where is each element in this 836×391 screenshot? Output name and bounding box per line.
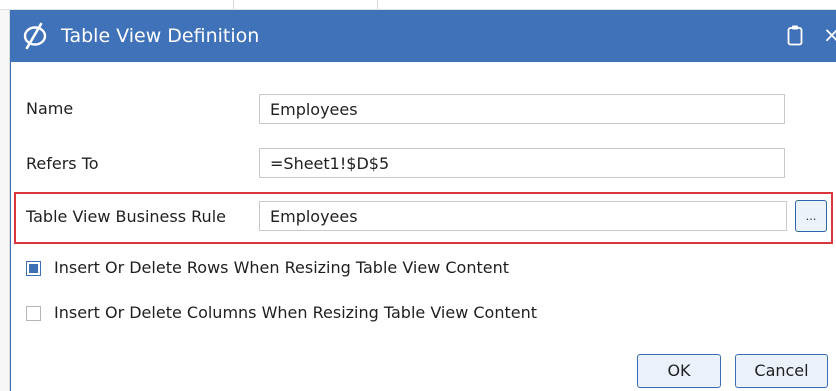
ok-button[interactable]: OK bbox=[637, 354, 721, 388]
refers-to-input[interactable] bbox=[259, 148, 785, 178]
business-rule-input[interactable] bbox=[259, 201, 787, 231]
background-window-strip bbox=[0, 0, 836, 10]
oracle-swoosh-icon bbox=[23, 22, 47, 50]
name-label: Name bbox=[26, 99, 74, 118]
column-divider bbox=[377, 0, 378, 9]
cancel-button[interactable]: Cancel bbox=[735, 354, 828, 388]
dialog-titlebar[interactable]: Table View Definition × bbox=[11, 10, 836, 62]
background-window-edge bbox=[0, 10, 10, 391]
dialog-title: Table View Definition bbox=[61, 25, 260, 47]
column-divider bbox=[233, 0, 234, 9]
insert-delete-rows-label[interactable]: Insert Or Delete Rows When Resizing Tabl… bbox=[54, 258, 509, 278]
refers-to-label: Refers To bbox=[26, 154, 99, 173]
business-rule-label: Table View Business Rule bbox=[26, 207, 226, 226]
name-input[interactable] bbox=[259, 94, 785, 124]
browse-business-rule-button[interactable]: ... bbox=[795, 200, 827, 232]
clipboard-icon[interactable] bbox=[787, 24, 803, 46]
insert-delete-columns-checkbox[interactable] bbox=[26, 306, 41, 321]
table-view-definition-dialog: Table View Definition × Name Refers To T… bbox=[10, 10, 836, 391]
insert-delete-columns-label[interactable]: Insert Or Delete Columns When Resizing T… bbox=[54, 303, 537, 323]
insert-delete-rows-checkbox[interactable] bbox=[26, 261, 41, 276]
close-icon[interactable]: × bbox=[823, 23, 836, 47]
